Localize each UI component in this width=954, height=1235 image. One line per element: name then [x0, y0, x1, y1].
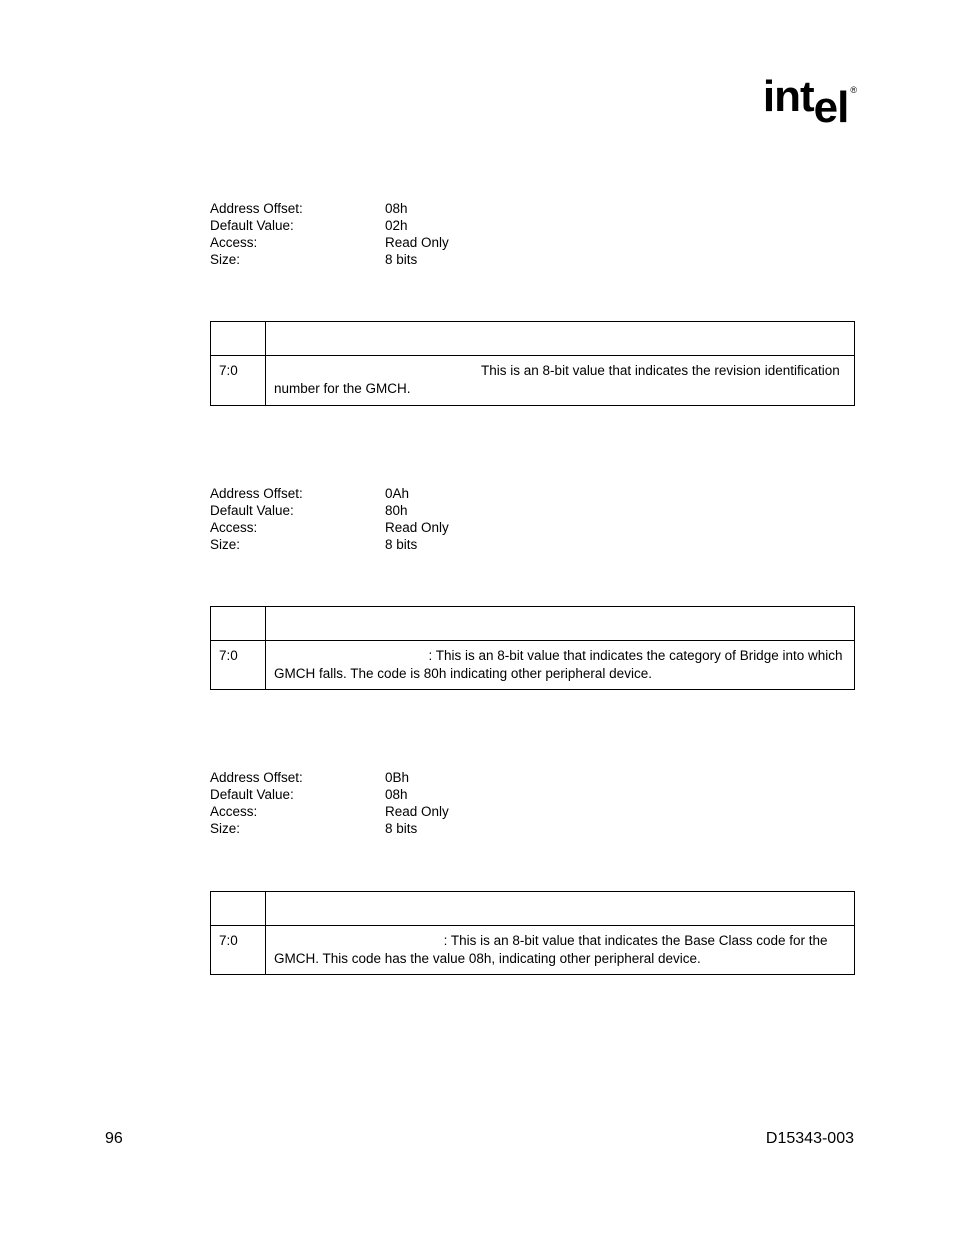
kv-row: Access:Read Only: [210, 520, 855, 535]
field-name: Revision Identification Number:: [274, 363, 481, 378]
kv-row: Address Offset:08h: [210, 201, 855, 216]
th-description: Description: [266, 322, 855, 356]
kv-key: Access:: [210, 804, 385, 819]
running-header: Register Description: [105, 60, 240, 77]
section-paragraph: This register contains the revision numb…: [210, 289, 855, 307]
kv-value: 8 bits: [385, 821, 417, 836]
td-bit: 7:0: [211, 925, 266, 974]
kv-row: Default Value:02h: [210, 218, 855, 233]
kv-key: Size:: [210, 821, 385, 836]
td-description: Sub-Class Code (SUBC): This is an 8-bit …: [266, 640, 855, 689]
td-bit: 7:0: [211, 356, 266, 405]
logo-part2: el: [814, 83, 849, 133]
td-bit: 7:0: [211, 640, 266, 689]
td-description: Base Class Code (BASEC): This is an 8-bi…: [266, 925, 855, 974]
kv-value: Read Only: [385, 520, 449, 535]
register-table-rid: Bit Description 7:0 Revision Identificat…: [210, 321, 855, 405]
th-description: Description: [266, 891, 855, 925]
kv-key: Access:: [210, 520, 385, 535]
td-description: Revision Identification Number: This is …: [266, 356, 855, 405]
table-row: 7:0 Sub-Class Code (SUBC): This is an 8-…: [211, 640, 855, 689]
desc-text: This is an 8-bit value that indicates th…: [481, 363, 761, 378]
register-table-subc: Bit Description 7:0 Sub-Class Code (SUBC…: [210, 606, 855, 690]
kv-row: Size:8 bits: [210, 252, 855, 267]
kv-row: Address Offset:0Ah: [210, 486, 855, 501]
page-number: 96: [105, 1130, 123, 1148]
kv-value: 8 bits: [385, 252, 417, 267]
page-footer: 96 D15343-003: [105, 1130, 854, 1148]
kv-row: Address Offset:0Bh: [210, 770, 855, 785]
table-row: 7:0 Base Class Code (BASEC): This is an …: [211, 925, 855, 974]
field-name: Sub-Class Code (SUBC): [274, 648, 429, 663]
field-name: Base Class Code (BASEC): [274, 933, 444, 948]
section-heading-subc: 4.2.4 SUBC — Sub Class Code: [210, 450, 855, 468]
section-heading-bcc: 4.2.5 BCC — Base Class Code: [210, 734, 855, 752]
kv-value: 02h: [385, 218, 408, 233]
kv-key: Access:: [210, 235, 385, 250]
kv-block: Address Offset:0Bh Default Value:08h Acc…: [210, 770, 855, 836]
kv-value: Read Only: [385, 235, 449, 250]
table-row: 7:0 Revision Identification Number: This…: [211, 356, 855, 405]
document-number: D15343-003: [766, 1130, 854, 1148]
desc-text: : This is an 8-bit value that indicates …: [444, 933, 828, 948]
kv-key: Size:: [210, 537, 385, 552]
kv-value: Read Only: [385, 804, 449, 819]
kv-row: Size:8 bits: [210, 537, 855, 552]
section-heading-rid: 4.2.3 RID — Revision Identification: [210, 165, 855, 183]
page-content: 4.2.3 RID — Revision Identification Addr…: [210, 165, 855, 1019]
kv-value: 0Bh: [385, 770, 409, 785]
kv-key: Size:: [210, 252, 385, 267]
section-paragraph: This register contains the Base Class Co…: [210, 858, 855, 876]
kv-row: Access:Read Only: [210, 235, 855, 250]
logo-registered: ®: [850, 85, 856, 95]
table-header-row: Bit Description: [211, 322, 855, 356]
kv-key: Address Offset:: [210, 486, 385, 501]
kv-key: Address Offset:: [210, 201, 385, 216]
kv-value: 0Ah: [385, 486, 409, 501]
desc-text: GMCH falls. The code is 80h indicating o…: [274, 666, 652, 681]
register-table-bcc: Bit Description 7:0 Base Class Code (BAS…: [210, 891, 855, 975]
kv-row: Default Value:08h: [210, 787, 855, 802]
section-paragraph: This register contains the Sub-Class Cod…: [210, 574, 855, 592]
th-description: Description: [266, 606, 855, 640]
th-bit: Bit: [211, 606, 266, 640]
kv-value: 8 bits: [385, 537, 417, 552]
kv-block: Address Offset:08h Default Value:02h Acc…: [210, 201, 855, 267]
th-bit: Bit: [211, 891, 266, 925]
kv-block: Address Offset:0Ah Default Value:80h Acc…: [210, 486, 855, 552]
logo-part1: int: [763, 72, 814, 121]
table-header-row: Bit Description: [211, 606, 855, 640]
table-header-row: Bit Description: [211, 891, 855, 925]
th-bit: Bit: [211, 322, 266, 356]
kv-key: Default Value:: [210, 218, 385, 233]
kv-key: Address Offset:: [210, 770, 385, 785]
desc-text: GMCH. This code has the value 08h, indic…: [274, 951, 701, 966]
kv-row: Access:Read Only: [210, 804, 855, 819]
intel-logo: intel®: [763, 72, 854, 122]
kv-key: Default Value:: [210, 787, 385, 802]
kv-key: Default Value:: [210, 503, 385, 518]
kv-value: 80h: [385, 503, 408, 518]
kv-value: 08h: [385, 787, 408, 802]
desc-text: : This is an 8-bit value that indicates …: [429, 648, 843, 663]
kv-row: Default Value:80h: [210, 503, 855, 518]
kv-row: Size:8 bits: [210, 821, 855, 836]
kv-value: 08h: [385, 201, 408, 216]
